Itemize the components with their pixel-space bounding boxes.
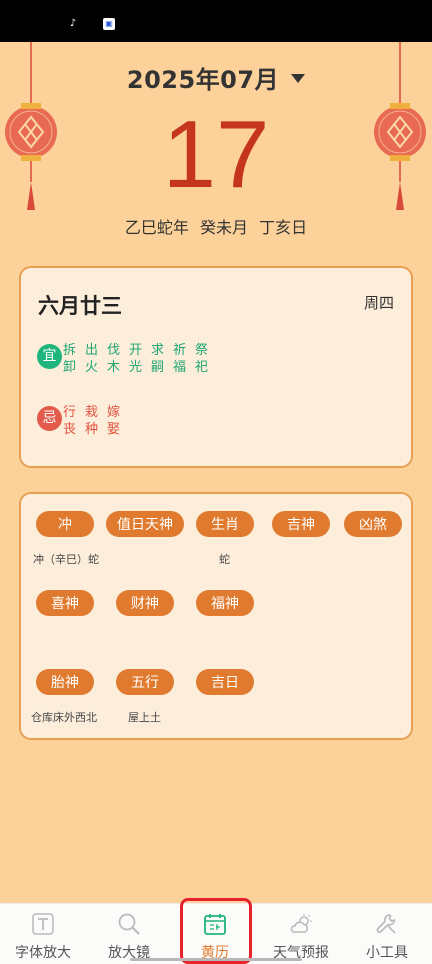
wuxing-pill[interactable]: 五行 [116, 669, 174, 695]
tab-label: 小工具 [366, 945, 408, 961]
shengxiao-note: 蛇 [219, 553, 230, 566]
tab-magnifier[interactable]: 放大镜 [86, 904, 172, 964]
calendar-icon [204, 914, 226, 935]
deities-card: 冲 值日天神 生肖 吉神 凶煞 冲（辛巳）蛇 蛇 喜神 财神 福神 胎神 五行 … [19, 492, 413, 740]
wuxing-note: 屋上土 [128, 711, 161, 724]
ji-terms-row: 丧种娶 [63, 422, 130, 437]
tab-almanac[interactable]: 黄历 [172, 904, 258, 964]
yi-badge: 宜 [37, 344, 62, 369]
magnifier-icon [118, 913, 140, 935]
taishen-pill[interactable]: 胎神 [36, 669, 94, 695]
chong-pill[interactable]: 冲 [36, 511, 94, 537]
day-number: 17 [162, 101, 270, 208]
home-indicator [130, 958, 302, 961]
chong-note: 冲（辛巳）蛇 [33, 553, 99, 566]
tab-font-size[interactable]: 字体放大 [0, 904, 86, 964]
status-bar: ♪ ▣ [0, 0, 432, 42]
weekday: 周四 [363, 294, 394, 312]
taishen-note: 仓库床外西北 [31, 711, 97, 724]
yi-terms-row: 卸火木光嗣福祀 [63, 360, 218, 375]
ganzhi-text: 乙巳蛇年 癸未月 丁亥日 [124, 218, 308, 237]
tiktok-icon: ♪ [69, 18, 77, 29]
lunar-date: 六月廿三 [38, 294, 122, 318]
tab-weather[interactable]: 天气预报 [258, 904, 344, 964]
fushen-pill[interactable]: 福神 [196, 590, 254, 616]
month-picker[interactable]: 2025年07月 [0, 60, 432, 95]
weather-icon [290, 914, 312, 933]
lunar-info-card: 六月廿三 周四 宜 拆出伐开求祈祭 卸火木光嗣福祀 忌 行栽嫁 丧种娶 [19, 266, 413, 468]
font-size-icon [32, 913, 54, 935]
yi-terms-row: 拆出伐开求祈祭 [63, 343, 218, 358]
tab-label: 字体放大 [15, 945, 71, 961]
ji-terms-row: 行栽嫁 [63, 405, 130, 420]
bottom-tab-bar: 字体放大 放大镜 黄历 天气预报 小工具 [0, 903, 432, 964]
yi-terms: 拆出伐开求祈祭 卸火木光嗣福祀 [63, 342, 217, 376]
jishen-pill[interactable]: 吉神 [272, 511, 330, 537]
zhiri-tianshen-pill[interactable]: 值日天神 [106, 511, 184, 537]
tab-tools[interactable]: 小工具 [344, 904, 430, 964]
shengxiao-pill[interactable]: 生肖 [196, 511, 254, 537]
xiongsha-pill[interactable]: 凶煞 [344, 511, 402, 537]
dropdown-arrow-icon [291, 74, 306, 83]
wrench-icon [376, 914, 396, 934]
app-notification-icon: ▣ [103, 18, 115, 30]
ji-badge: 忌 [37, 406, 62, 431]
ji-terms: 行栽嫁 丧种娶 [63, 404, 129, 438]
caishen-pill[interactable]: 财神 [116, 590, 174, 616]
xishen-pill[interactable]: 喜神 [36, 590, 94, 616]
month-label: 2025年07月 [126, 66, 280, 94]
jiri-pill[interactable]: 吉日 [196, 669, 254, 695]
